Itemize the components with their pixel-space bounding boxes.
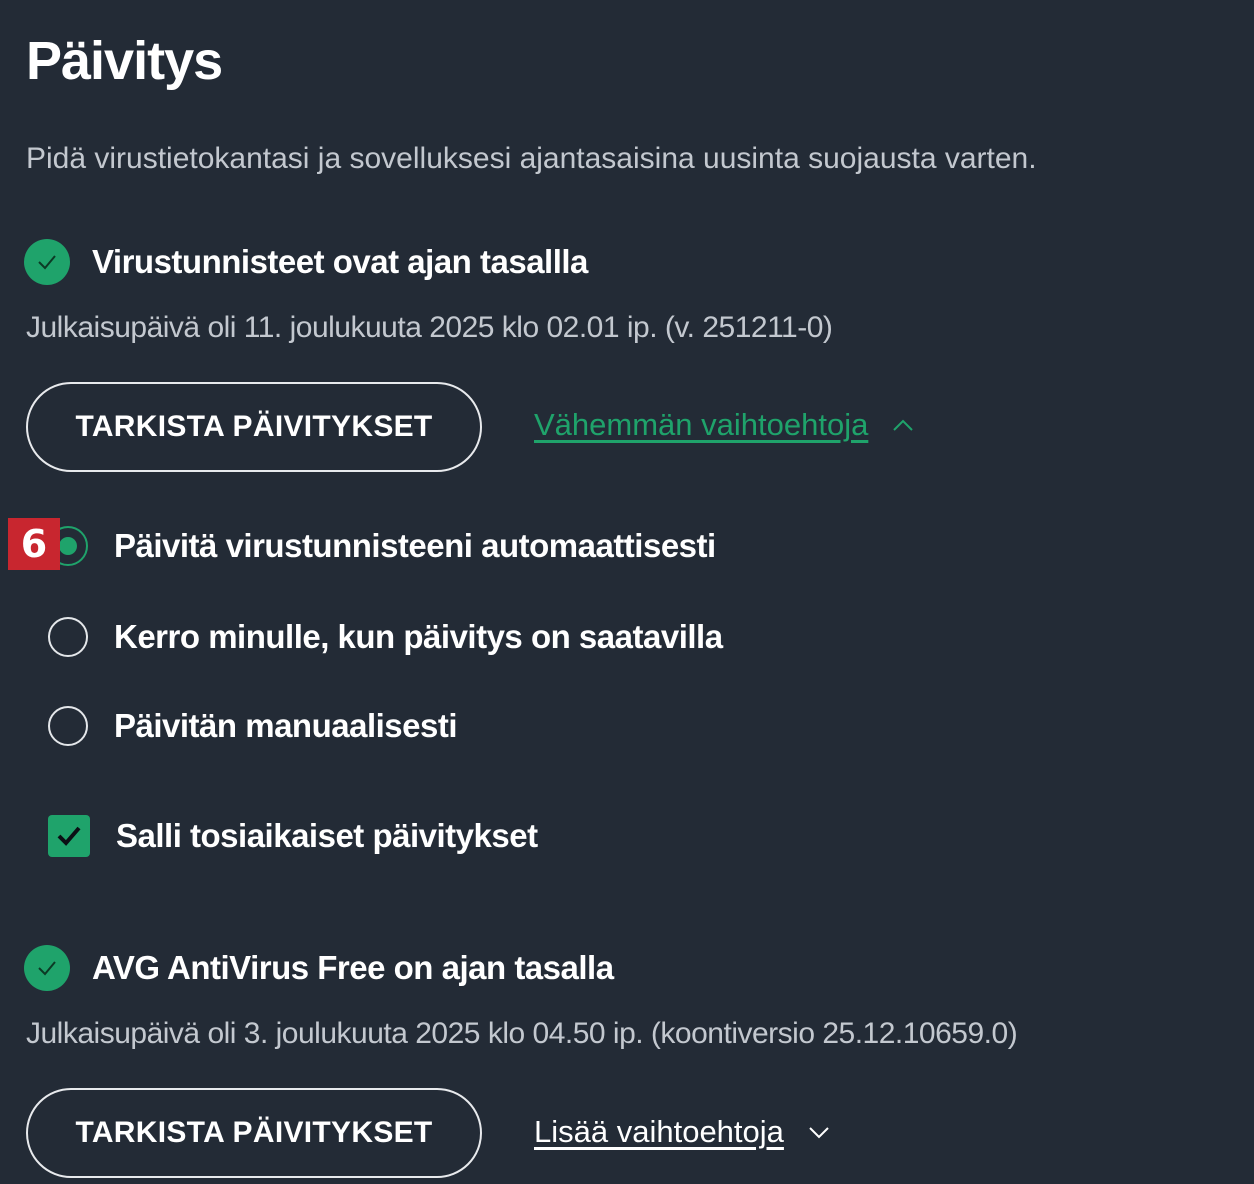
update-option-automatic[interactable]: Päivitä virustunnisteeni automaattisesti	[48, 526, 716, 566]
radio-selected-dot	[59, 537, 77, 555]
realtime-updates-label: Salli tosiaikaiset päivitykset	[116, 817, 538, 854]
page-title: Päivitys	[26, 31, 223, 91]
fewer-options-link[interactable]: Vähemmän vaihtoehtoja	[534, 407, 914, 443]
chevron-up-icon	[892, 418, 914, 432]
application-status: AVG AntiVirus Free on ajan tasalla	[24, 944, 614, 992]
chevron-down-icon	[808, 1125, 830, 1139]
virus-definitions-status: Virustunnisteet ovat ajan tasallla	[24, 238, 588, 286]
check-virus-updates-button[interactable]: TARKISTA PÄIVITYKSET	[26, 382, 482, 472]
update-option-manual[interactable]: Päivitän manuaalisesti	[48, 706, 458, 746]
update-option-automatic-label: Päivitä virustunnisteeni automaattisesti	[114, 527, 716, 564]
realtime-updates-checkbox[interactable]	[48, 815, 90, 857]
more-options-label: Lisää vaihtoehtoja	[534, 1114, 784, 1149]
check-circle-icon	[24, 945, 70, 991]
more-options-link[interactable]: Lisää vaihtoehtoja	[534, 1114, 830, 1150]
radio-notify[interactable]	[48, 617, 88, 657]
step-badge: 6	[8, 518, 60, 570]
virus-definitions-status-title: Virustunnisteet ovat ajan tasallla	[92, 243, 588, 280]
update-option-manual-label: Päivitän manuaalisesti	[114, 707, 458, 744]
realtime-updates-option[interactable]: Salli tosiaikaiset päivitykset	[48, 815, 538, 857]
check-app-updates-button[interactable]: TARKISTA PÄIVITYKSET	[26, 1088, 482, 1178]
application-release-info: Julkaisupäivä oli 3. joulukuuta 2025 klo…	[26, 1017, 1018, 1050]
fewer-options-label: Vähemmän vaihtoehtoja	[534, 407, 869, 442]
update-option-notify[interactable]: Kerro minulle, kun päivitys on saatavill…	[48, 617, 723, 657]
virus-definitions-release-info: Julkaisupäivä oli 11. joulukuuta 2025 kl…	[26, 311, 833, 344]
update-option-notify-label: Kerro minulle, kun päivitys on saatavill…	[114, 618, 723, 655]
radio-manual[interactable]	[48, 706, 88, 746]
check-circle-icon	[24, 239, 70, 285]
page-description: Pidä virustietokantasi ja sovelluksesi a…	[26, 142, 1037, 175]
application-status-title: AVG AntiVirus Free on ajan tasalla	[92, 949, 614, 986]
